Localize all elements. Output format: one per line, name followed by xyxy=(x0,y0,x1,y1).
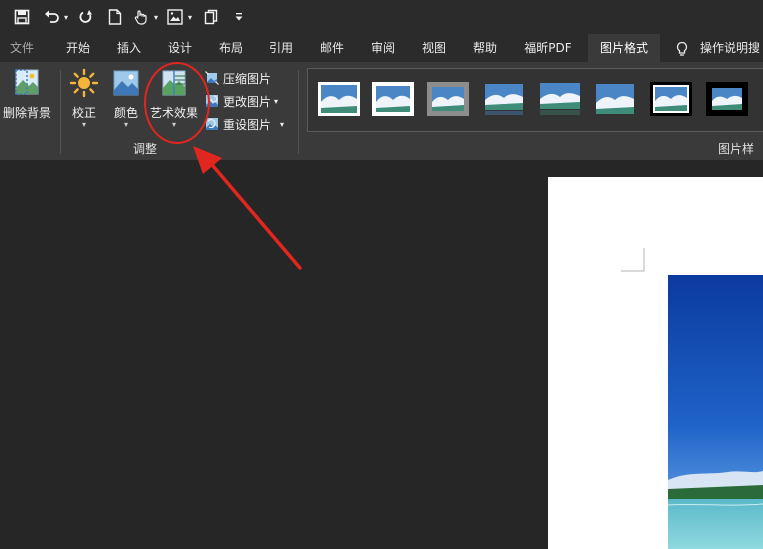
tell-me-search[interactable]: 操作说明搜 xyxy=(700,34,763,62)
touch-mode-icon[interactable] xyxy=(131,7,151,27)
picture-styles-gallery xyxy=(307,68,763,132)
separator xyxy=(298,70,299,154)
color-label: 颜色 xyxy=(113,106,138,120)
tab-review[interactable]: 审阅 xyxy=(361,34,405,62)
change-picture-label: 更改图片 xyxy=(223,94,272,109)
tab-references[interactable]: 引用 xyxy=(259,34,303,62)
tab-help[interactable]: 帮助 xyxy=(463,34,507,62)
chevron-down-icon: ▾ xyxy=(274,96,279,106)
ribbon-panel: 删除背景 校正 ▾ 颜色 ▾ 艺术效果 ▾ 压缩图片 更改图片 ▾ 重设图片 ▾… xyxy=(0,62,763,173)
chevron-down-icon: ▾ xyxy=(280,119,285,129)
new-document-icon[interactable] xyxy=(105,7,125,27)
picture-style-thumbnail[interactable] xyxy=(427,82,469,116)
insert-picture-icon[interactable] xyxy=(165,7,185,27)
separator xyxy=(60,70,61,154)
corrections-button[interactable]: 校正 ▾ xyxy=(66,68,102,129)
undo-icon[interactable] xyxy=(42,7,62,27)
save-icon[interactable] xyxy=(12,7,32,27)
picture-style-thumbnail[interactable] xyxy=(706,82,748,116)
compress-pictures-button[interactable]: 压缩图片 xyxy=(205,68,271,88)
compress-pictures-icon xyxy=(205,71,219,85)
lightbulb-icon[interactable] xyxy=(672,34,692,62)
change-picture-button[interactable]: 更改图片 ▾ xyxy=(205,91,278,111)
compress-pictures-label: 压缩图片 xyxy=(223,71,272,86)
adjust-group-label: 调整 xyxy=(133,142,158,156)
sun-icon xyxy=(69,68,99,98)
customize-toolbar-icon[interactable] xyxy=(232,7,246,27)
tab-layout[interactable]: 布局 xyxy=(209,34,253,62)
tab-home[interactable]: 开始 xyxy=(55,34,101,62)
picture-style-thumbnail[interactable] xyxy=(318,82,360,116)
tab-foxit-pdf[interactable]: 福昕PDF xyxy=(514,34,582,62)
picture-style-thumbnail[interactable] xyxy=(539,82,581,116)
quick-access-toolbar: ▾ ▾ ▾ xyxy=(0,0,763,34)
annotation-highlight-circle xyxy=(144,62,210,144)
touch-mode-dropdown-icon[interactable]: ▾ xyxy=(152,7,160,27)
chevron-down-icon: ▾ xyxy=(81,120,86,129)
tab-view[interactable]: 视图 xyxy=(412,34,456,62)
reset-picture-button[interactable]: 重设图片 ▾ xyxy=(205,114,284,134)
corrections-label: 校正 xyxy=(71,106,96,120)
tab-mailings[interactable]: 邮件 xyxy=(310,34,354,62)
remove-background-label: 删除背景 xyxy=(2,106,51,120)
redo-icon[interactable] xyxy=(76,7,96,27)
remove-background-icon xyxy=(15,69,39,95)
tab-design[interactable]: 设计 xyxy=(158,34,202,62)
ribbon-tab-bar: 文件 开始 插入 设计 布局 引用 邮件 审阅 视图 帮助 福昕PDF 图片格式… xyxy=(0,34,763,62)
copy-icon[interactable] xyxy=(201,7,221,27)
undo-dropdown-icon[interactable]: ▾ xyxy=(62,7,70,27)
remove-background-button[interactable]: 删除背景 xyxy=(2,68,52,121)
picture-style-thumbnail[interactable] xyxy=(650,82,692,116)
tab-insert[interactable]: 插入 xyxy=(107,34,151,62)
picture-style-thumbnail[interactable] xyxy=(594,82,636,116)
tab-picture-format[interactable]: 图片格式 xyxy=(588,34,660,62)
reset-picture-label: 重设图片 xyxy=(223,117,272,132)
chevron-down-icon: ▾ xyxy=(123,120,128,129)
inserted-photo[interactable] xyxy=(668,275,763,549)
color-button[interactable]: 颜色 ▾ xyxy=(108,68,144,129)
color-picture-icon xyxy=(113,70,139,96)
insert-picture-dropdown-icon[interactable]: ▾ xyxy=(186,7,194,27)
picture-style-thumbnail[interactable] xyxy=(483,82,525,116)
tab-file[interactable]: 文件 xyxy=(0,34,44,62)
picture-style-thumbnail[interactable] xyxy=(372,82,414,116)
